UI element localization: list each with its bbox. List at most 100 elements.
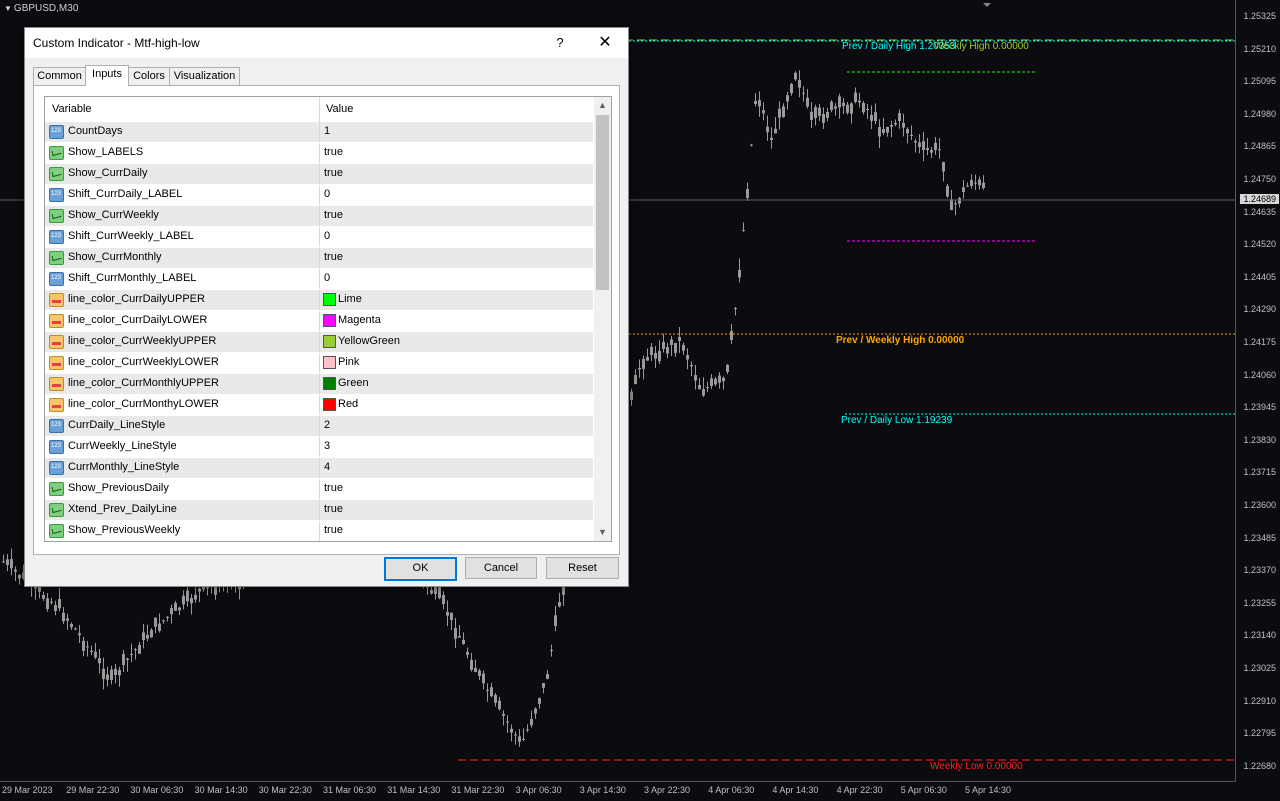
value-cell[interactable]: 0 bbox=[320, 227, 593, 247]
column-header-value[interactable]: Value bbox=[326, 103, 353, 115]
parameter-row[interactable]: Show_LABELS true bbox=[45, 143, 593, 164]
column-divider[interactable] bbox=[319, 97, 320, 122]
color-type-icon bbox=[49, 293, 64, 307]
tab-common[interactable]: Common bbox=[33, 67, 86, 85]
variable-cell[interactable]: CurrMonthly_LineStyle bbox=[45, 458, 319, 478]
candle-body bbox=[182, 595, 185, 605]
value-cell[interactable]: Magenta bbox=[320, 311, 593, 331]
parameter-row[interactable]: line_color_CurrWeeklyLOWER Pink bbox=[45, 353, 593, 374]
variable-cell[interactable]: Shift_CurrDaily_LABEL bbox=[45, 185, 319, 205]
ok-button[interactable]: OK bbox=[384, 557, 457, 581]
value-cell[interactable]: 3 bbox=[320, 437, 593, 457]
parameter-row[interactable]: line_color_CurrWeeklyUPPER YellowGreen bbox=[45, 332, 593, 353]
variable-cell[interactable]: Xtend_Prev_DailyLine bbox=[45, 500, 319, 520]
parameter-name: Shift_CurrMonthly_LABEL bbox=[68, 272, 197, 284]
variable-cell[interactable]: line_color_CurrDailyUPPER bbox=[45, 290, 319, 310]
parameter-row[interactable]: CurrWeekly_LineStyle 3 bbox=[45, 437, 593, 458]
variable-cell[interactable]: line_color_CurrWeeklyUPPER bbox=[45, 332, 319, 352]
color-swatch bbox=[323, 356, 336, 369]
dialog-titlebar[interactable]: Custom Indicator - Mtf-high-low ? ✕ bbox=[25, 28, 628, 58]
boolean-type-icon bbox=[49, 146, 64, 160]
parameter-row[interactable]: Show_PreviousDaily true bbox=[45, 479, 593, 500]
parameter-row[interactable]: CountDays 1 bbox=[45, 122, 593, 143]
candle-body bbox=[706, 386, 709, 388]
value-cell[interactable]: YellowGreen bbox=[320, 332, 593, 352]
value-cell[interactable]: Lime bbox=[320, 290, 593, 310]
boolean-type-icon bbox=[49, 482, 64, 496]
value-cell[interactable]: Pink bbox=[320, 353, 593, 373]
parameter-row[interactable]: CurrMonthly_LineStyle 4 bbox=[45, 458, 593, 479]
variable-cell[interactable]: Show_PreviousWeekly bbox=[45, 521, 319, 541]
value-cell[interactable]: 2 bbox=[320, 416, 593, 436]
parameter-row[interactable]: line_color_CurrMonthlyUPPER Green bbox=[45, 374, 593, 395]
parameter-row[interactable]: line_color_CurrDailyLOWER Magenta bbox=[45, 311, 593, 332]
parameter-row[interactable]: Show_CurrDaily true bbox=[45, 164, 593, 185]
variable-cell[interactable]: Show_CurrMonthly bbox=[45, 248, 319, 268]
variable-cell[interactable]: CountDays bbox=[45, 122, 319, 142]
reset-button[interactable]: Reset bbox=[546, 557, 619, 579]
parameter-rows: CountDays1Show_LABELStrueShow_CurrDailyt… bbox=[45, 122, 593, 541]
value-cell[interactable]: true bbox=[320, 164, 593, 184]
color-swatch bbox=[323, 314, 336, 327]
parameter-row[interactable]: Shift_CurrMonthly_LABEL 0 bbox=[45, 269, 593, 290]
value-cell[interactable]: Red bbox=[320, 395, 593, 415]
parameter-row[interactable]: CurrDaily_LineStyle 2 bbox=[45, 416, 593, 437]
candle-body bbox=[702, 389, 705, 396]
variable-cell[interactable]: line_color_CurrDailyLOWER bbox=[45, 311, 319, 331]
parameter-row[interactable]: line_color_CurrDailyUPPER Lime bbox=[45, 290, 593, 311]
variable-cell[interactable]: Shift_CurrWeekly_LABEL bbox=[45, 227, 319, 247]
time-tick-label: 4 Apr 06:30 bbox=[708, 785, 755, 795]
tab-visualization[interactable]: Visualization bbox=[169, 67, 240, 85]
value-cell[interactable]: 1 bbox=[320, 122, 593, 142]
variable-cell[interactable]: Show_PreviousDaily bbox=[45, 479, 319, 499]
tab-inputs[interactable]: Inputs bbox=[85, 65, 129, 86]
value-cell[interactable]: true bbox=[320, 206, 593, 226]
candle-body bbox=[962, 187, 965, 192]
parameter-row[interactable]: Xtend_Prev_DailyLine true bbox=[45, 500, 593, 521]
menu-triangle-icon[interactable]: ▼ bbox=[4, 4, 12, 13]
variable-cell[interactable]: Show_LABELS bbox=[45, 143, 319, 163]
value-cell[interactable]: 4 bbox=[320, 458, 593, 478]
parameter-row[interactable]: Show_CurrMonthly true bbox=[45, 248, 593, 269]
parameter-row[interactable]: Shift_CurrWeekly_LABEL 0 bbox=[45, 227, 593, 248]
parameter-row[interactable]: Show_PreviousWeekly true bbox=[45, 521, 593, 541]
value-cell[interactable]: true bbox=[320, 500, 593, 520]
parameter-row[interactable]: Show_CurrWeekly true bbox=[45, 206, 593, 227]
variable-cell[interactable]: Shift_CurrMonthly_LABEL bbox=[45, 269, 319, 289]
candle-body bbox=[694, 375, 697, 381]
variable-cell[interactable]: line_color_CurrWeeklyLOWER bbox=[45, 353, 319, 373]
scroll-down-icon[interactable]: ▼ bbox=[594, 524, 611, 541]
price-tick-label: 1.24980 bbox=[1243, 108, 1276, 119]
tab-colors[interactable]: Colors bbox=[128, 67, 170, 85]
help-button[interactable]: ? bbox=[549, 32, 571, 54]
time-axis[interactable]: 29 Mar 2023 29 Mar 22:30 30 Mar 06:30 30 Ma… bbox=[0, 781, 1236, 801]
candle-body bbox=[918, 142, 921, 147]
value-cell[interactable]: 0 bbox=[320, 185, 593, 205]
variable-cell[interactable]: Show_CurrDaily bbox=[45, 164, 319, 184]
value-cell[interactable]: true bbox=[320, 143, 593, 163]
variable-cell[interactable]: line_color_CurrMonthlyUPPER bbox=[45, 374, 319, 394]
price-tick-label: 1.25325 bbox=[1243, 11, 1276, 21]
value-cell[interactable]: true bbox=[320, 248, 593, 268]
value-cell[interactable]: true bbox=[320, 521, 593, 541]
variable-cell[interactable]: Show_CurrWeekly bbox=[45, 206, 319, 226]
parameter-row[interactable]: Shift_CurrDaily_LABEL 0 bbox=[45, 185, 593, 206]
scroll-up-icon[interactable]: ▲ bbox=[594, 97, 611, 114]
candle-body bbox=[42, 595, 45, 599]
grid-scrollbar[interactable]: ▲ ▼ bbox=[594, 97, 611, 541]
candle-body bbox=[526, 729, 529, 731]
value-cell[interactable]: true bbox=[320, 479, 593, 499]
value-cell[interactable]: Green bbox=[320, 374, 593, 394]
variable-cell[interactable]: CurrDaily_LineStyle bbox=[45, 416, 319, 436]
parameter-value: 0 bbox=[324, 230, 331, 242]
cancel-button[interactable]: Cancel bbox=[465, 557, 537, 579]
close-button[interactable]: ✕ bbox=[593, 32, 617, 54]
column-header-variable[interactable]: Variable bbox=[52, 103, 92, 115]
parameter-row[interactable]: line_color_CurrMonthyLOWER Red bbox=[45, 395, 593, 416]
value-cell[interactable]: 0 bbox=[320, 269, 593, 289]
price-axis[interactable]: 1.25325 1.25210 1.25095 1.24980 1.24865 1.247… bbox=[1235, 0, 1280, 782]
price-tick-label: 1.23485 bbox=[1243, 532, 1276, 543]
variable-cell[interactable]: CurrWeekly_LineStyle bbox=[45, 437, 319, 457]
scroll-thumb[interactable] bbox=[596, 115, 609, 290]
variable-cell[interactable]: line_color_CurrMonthyLOWER bbox=[45, 395, 319, 415]
